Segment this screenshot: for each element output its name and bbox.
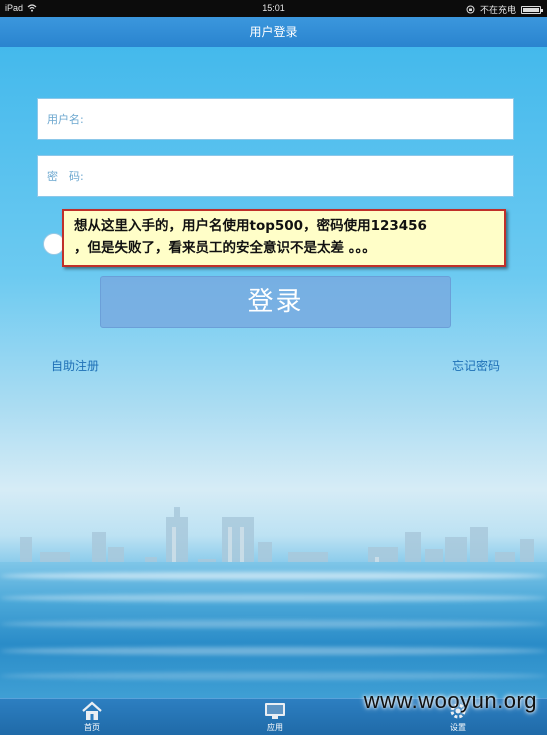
- charging-status: 不在充电: [479, 5, 516, 15]
- tab-home[interactable]: 首页: [52, 701, 132, 733]
- sea-image: [0, 562, 547, 698]
- battery-icon: [521, 5, 543, 14]
- username-field[interactable]: 用户名:: [37, 98, 514, 140]
- register-link[interactable]: 自助注册: [51, 357, 99, 374]
- home-icon: [82, 701, 102, 720]
- orientation-lock-icon: [466, 5, 475, 14]
- status-right: 不在充电: [466, 3, 543, 16]
- monitor-icon: [265, 703, 285, 719]
- annotation-line-1: 想从这里入手的，用户名使用top500，密码使用123456: [74, 218, 427, 234]
- username-input[interactable]: [87, 99, 513, 139]
- password-field[interactable]: 密 码:: [37, 155, 514, 197]
- tab-apps-label: 应用: [267, 723, 283, 732]
- watermark-text: www.wooyun.org: [363, 688, 537, 713]
- tab-settings-label: 设置: [450, 723, 466, 732]
- username-label: 用户名:: [47, 113, 84, 126]
- status-bar: iPad 15:01 不在充电: [0, 0, 547, 17]
- password-label: 密 码:: [47, 170, 84, 183]
- login-button[interactable]: 登录: [100, 276, 451, 328]
- tab-apps[interactable]: 应用: [235, 701, 315, 733]
- page-title: 用户登录: [249, 25, 298, 39]
- forgot-password-link[interactable]: 忘记密码: [452, 357, 500, 374]
- password-input[interactable]: [87, 156, 513, 196]
- annotation-callout: 想从这里入手的，用户名使用top500，密码使用123456 ，但是失败了，看来…: [62, 209, 506, 267]
- status-time: 15:01: [262, 3, 285, 13]
- nav-bar: 用户登录: [0, 17, 547, 47]
- login-screen: 用户名: 密 码: 登录 自助注册 忘记密码 想从这里入手的，用户名使用top5…: [0, 47, 547, 698]
- tab-home-label: 首页: [84, 723, 100, 732]
- annotation-line-2: ，但是失败了，看来员工的安全意识不是太差 。。。: [74, 240, 376, 256]
